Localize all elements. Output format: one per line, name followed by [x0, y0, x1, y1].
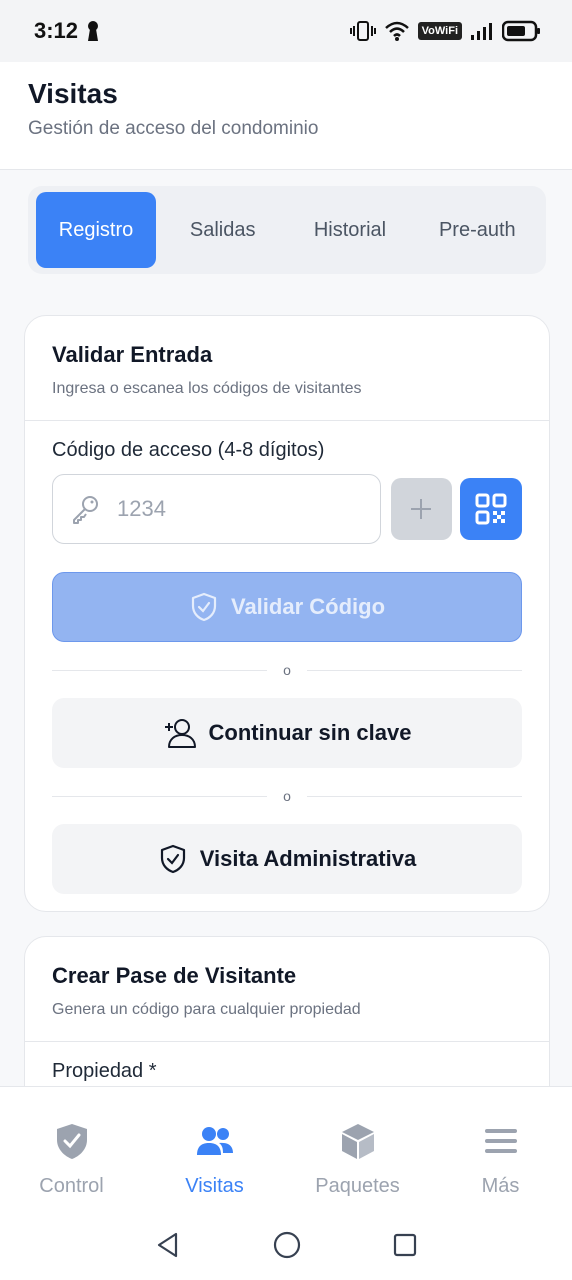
visit-tabs: Registro Salidas Historial Pre-auth — [28, 186, 546, 274]
nav-item-control[interactable]: Control — [0, 1087, 143, 1210]
nav-item-visitas[interactable]: Visitas — [143, 1087, 286, 1210]
battery-icon — [502, 20, 540, 42]
validate-entry-card: Validar Entrada Ingresa o escanea los có… — [24, 315, 550, 912]
validate-code-label: Validar Código — [230, 594, 386, 619]
access-code-field[interactable] — [52, 474, 381, 544]
continue-without-code-label: Continuar sin clave — [208, 720, 412, 745]
users-icon — [196, 1127, 233, 1155]
status-icons: VoWiFi — [349, 20, 542, 42]
shield-check-icon — [160, 844, 185, 874]
recents-icon[interactable] — [392, 1232, 418, 1258]
divider-text: o — [283, 662, 291, 678]
divider-line — [306, 795, 523, 797]
back-icon[interactable] — [154, 1231, 182, 1259]
tab-salidas[interactable]: Salidas — [162, 192, 283, 268]
divider-line — [306, 669, 523, 671]
user-plus-icon — [164, 719, 196, 748]
home-icon[interactable] — [272, 1230, 302, 1260]
admin-visit-label: Visita Administrativa — [199, 846, 417, 871]
nav-label-paquetes: Paquetes — [315, 1175, 400, 1197]
access-code-input[interactable] — [117, 496, 337, 522]
nav-label-control: Control — [39, 1175, 104, 1197]
validate-card-header: Validar Entrada Ingresa o escanea los có… — [25, 316, 549, 421]
or-divider: o — [52, 788, 523, 804]
validate-card-body: Código de acceso (4-8 dígitos) 1234 Vali… — [25, 421, 549, 912]
status-time: 3:12 — [34, 18, 79, 43]
page-header: Visitas Gestión de acceso del condominio — [0, 62, 572, 170]
access-code-row — [52, 474, 522, 544]
scan-qr-button[interactable] — [460, 478, 522, 540]
admin-visit-button[interactable]: Visita Administrativa — [52, 824, 522, 894]
package-icon — [341, 1124, 374, 1159]
pass-card-header: Crear Pase de Visitante Genera un código… — [25, 937, 549, 1042]
vibrate-icon — [349, 21, 376, 41]
shield-check-icon — [56, 1124, 87, 1159]
divider-line — [52, 669, 268, 671]
wifi-icon — [384, 21, 409, 41]
property-label: Propiedad * — [52, 1060, 157, 1082]
key-icon — [73, 496, 98, 524]
validate-code-button[interactable]: Validar Código — [52, 572, 522, 642]
validate-card-title: Validar Entrada — [52, 342, 213, 367]
menu-icon — [484, 1129, 517, 1153]
system-navigation-bar — [0, 1210, 572, 1280]
page-title: Visitas — [28, 78, 118, 109]
page-subtitle: Gestión de acceso del condominio — [28, 118, 319, 139]
or-divider: o — [52, 662, 523, 678]
nav-label-mas: Más — [481, 1175, 520, 1197]
divider-line — [52, 795, 268, 797]
tab-historial[interactable]: Historial — [289, 192, 410, 268]
status-time-group: 3:12 — [34, 18, 100, 44]
bottom-navigation: Control Visitas Paquetes Más — [0, 1086, 572, 1210]
plus-icon — [411, 499, 432, 519]
tab-registro[interactable]: Registro — [36, 192, 156, 268]
qr-code-icon — [475, 493, 507, 525]
keyhole-icon — [88, 21, 99, 41]
nav-item-paquetes[interactable]: Paquetes — [286, 1087, 429, 1210]
nav-item-mas[interactable]: Más — [429, 1087, 572, 1210]
add-code-button[interactable] — [390, 478, 453, 540]
validate-card-subtitle: Ingresa o escanea los códigos de visitan… — [52, 380, 362, 397]
pass-card-title: Crear Pase de Visitante — [52, 963, 297, 988]
divider-text: o — [283, 788, 291, 804]
signal-icon — [471, 23, 492, 40]
vowifi-badge: VoWiFi — [417, 22, 462, 40]
shield-check-icon — [191, 592, 217, 622]
access-code-label: Código de acceso (4-8 dígitos) — [52, 439, 325, 461]
nav-label-visitas: Visitas — [185, 1175, 244, 1197]
status-bar: 3:12 VoWiFi — [0, 0, 572, 62]
pass-card-subtitle: Genera un código para cualquier propieda… — [52, 1001, 361, 1018]
tab-pre-auth[interactable]: Pre-auth — [417, 192, 538, 268]
continue-without-code-button[interactable]: Continuar sin clave — [52, 698, 522, 768]
